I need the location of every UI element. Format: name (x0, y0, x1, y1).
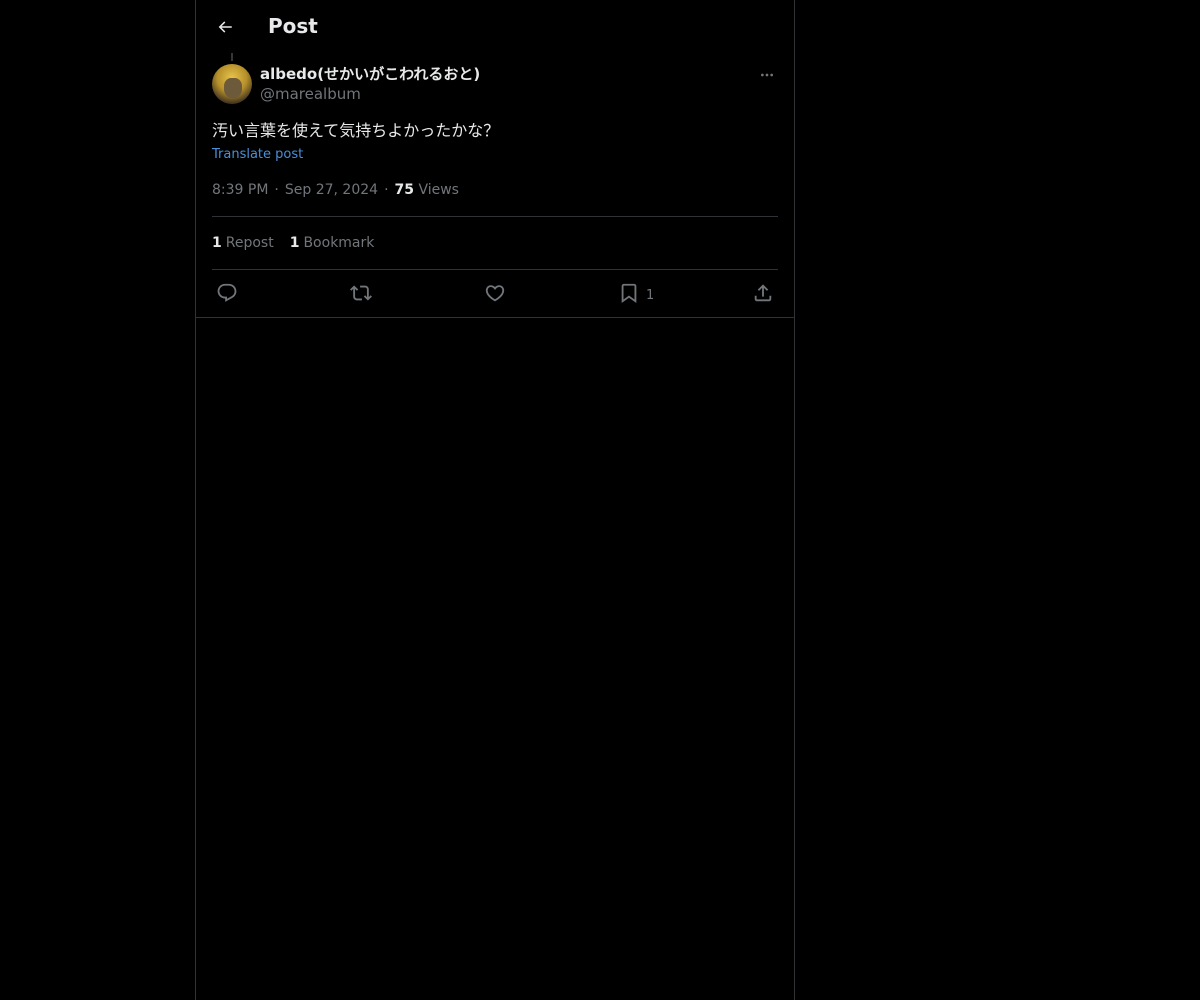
back-button[interactable] (208, 10, 242, 44)
author-display-name[interactable]: albedo(せかいがこわれるおと) (260, 64, 480, 84)
reply-button[interactable] (216, 281, 238, 305)
post-meta: 8:39 PM · Sep 27, 2024 · 75 Views (212, 180, 459, 200)
more-dots-icon (759, 67, 775, 83)
post-date[interactable]: Sep 27, 2024 (285, 182, 378, 198)
translate-post-link[interactable]: Translate post (212, 146, 303, 164)
share-button[interactable] (752, 281, 774, 305)
repost-icon (350, 282, 372, 304)
reposts-label: Repost (225, 235, 274, 251)
post-time[interactable]: 8:39 PM (212, 182, 268, 198)
avatar[interactable] (212, 64, 252, 104)
action-bar: 1 (212, 281, 778, 305)
bookmark-button[interactable]: 1 (618, 281, 654, 305)
share-icon (752, 282, 774, 304)
reposts-stat[interactable]: 1 Repost (212, 235, 274, 251)
repost-button[interactable] (350, 281, 372, 305)
views-count: 75 (394, 182, 414, 198)
more-options-button[interactable] (756, 64, 778, 86)
primary-column: Post albedo(せかいがこわれるおと) @marealbum 汚い言葉を… (195, 0, 795, 1000)
heart-icon (484, 282, 506, 304)
page-title: Post (268, 14, 318, 38)
bookmarks-label: Bookmark (303, 235, 375, 251)
reposts-count: 1 (212, 235, 222, 251)
divider (212, 269, 778, 270)
views-label: Views (418, 182, 459, 198)
post-bottom-border (196, 317, 794, 318)
page-header: Post (196, 0, 794, 53)
author-info: albedo(せかいがこわれるおと) @marealbum (260, 64, 480, 104)
meta-separator: · (274, 182, 279, 198)
author-handle[interactable]: @marealbum (260, 84, 480, 104)
thread-connector-line (231, 53, 233, 61)
reply-icon (216, 282, 238, 304)
bookmarks-stat[interactable]: 1 Bookmark (290, 235, 375, 251)
meta-separator: · (384, 182, 389, 198)
bookmark-icon (618, 282, 640, 304)
bookmark-count: 1 (646, 287, 655, 303)
like-button[interactable] (484, 281, 506, 305)
bookmarks-count: 1 (289, 235, 300, 251)
avatar-image (224, 78, 242, 98)
divider (212, 216, 778, 217)
post-stats: 1 Repost 1 Bookmark (212, 233, 390, 253)
post-text: 汚い言葉を使えて気持ちよかったかな？ (212, 121, 500, 140)
arrow-left-icon (216, 18, 234, 36)
